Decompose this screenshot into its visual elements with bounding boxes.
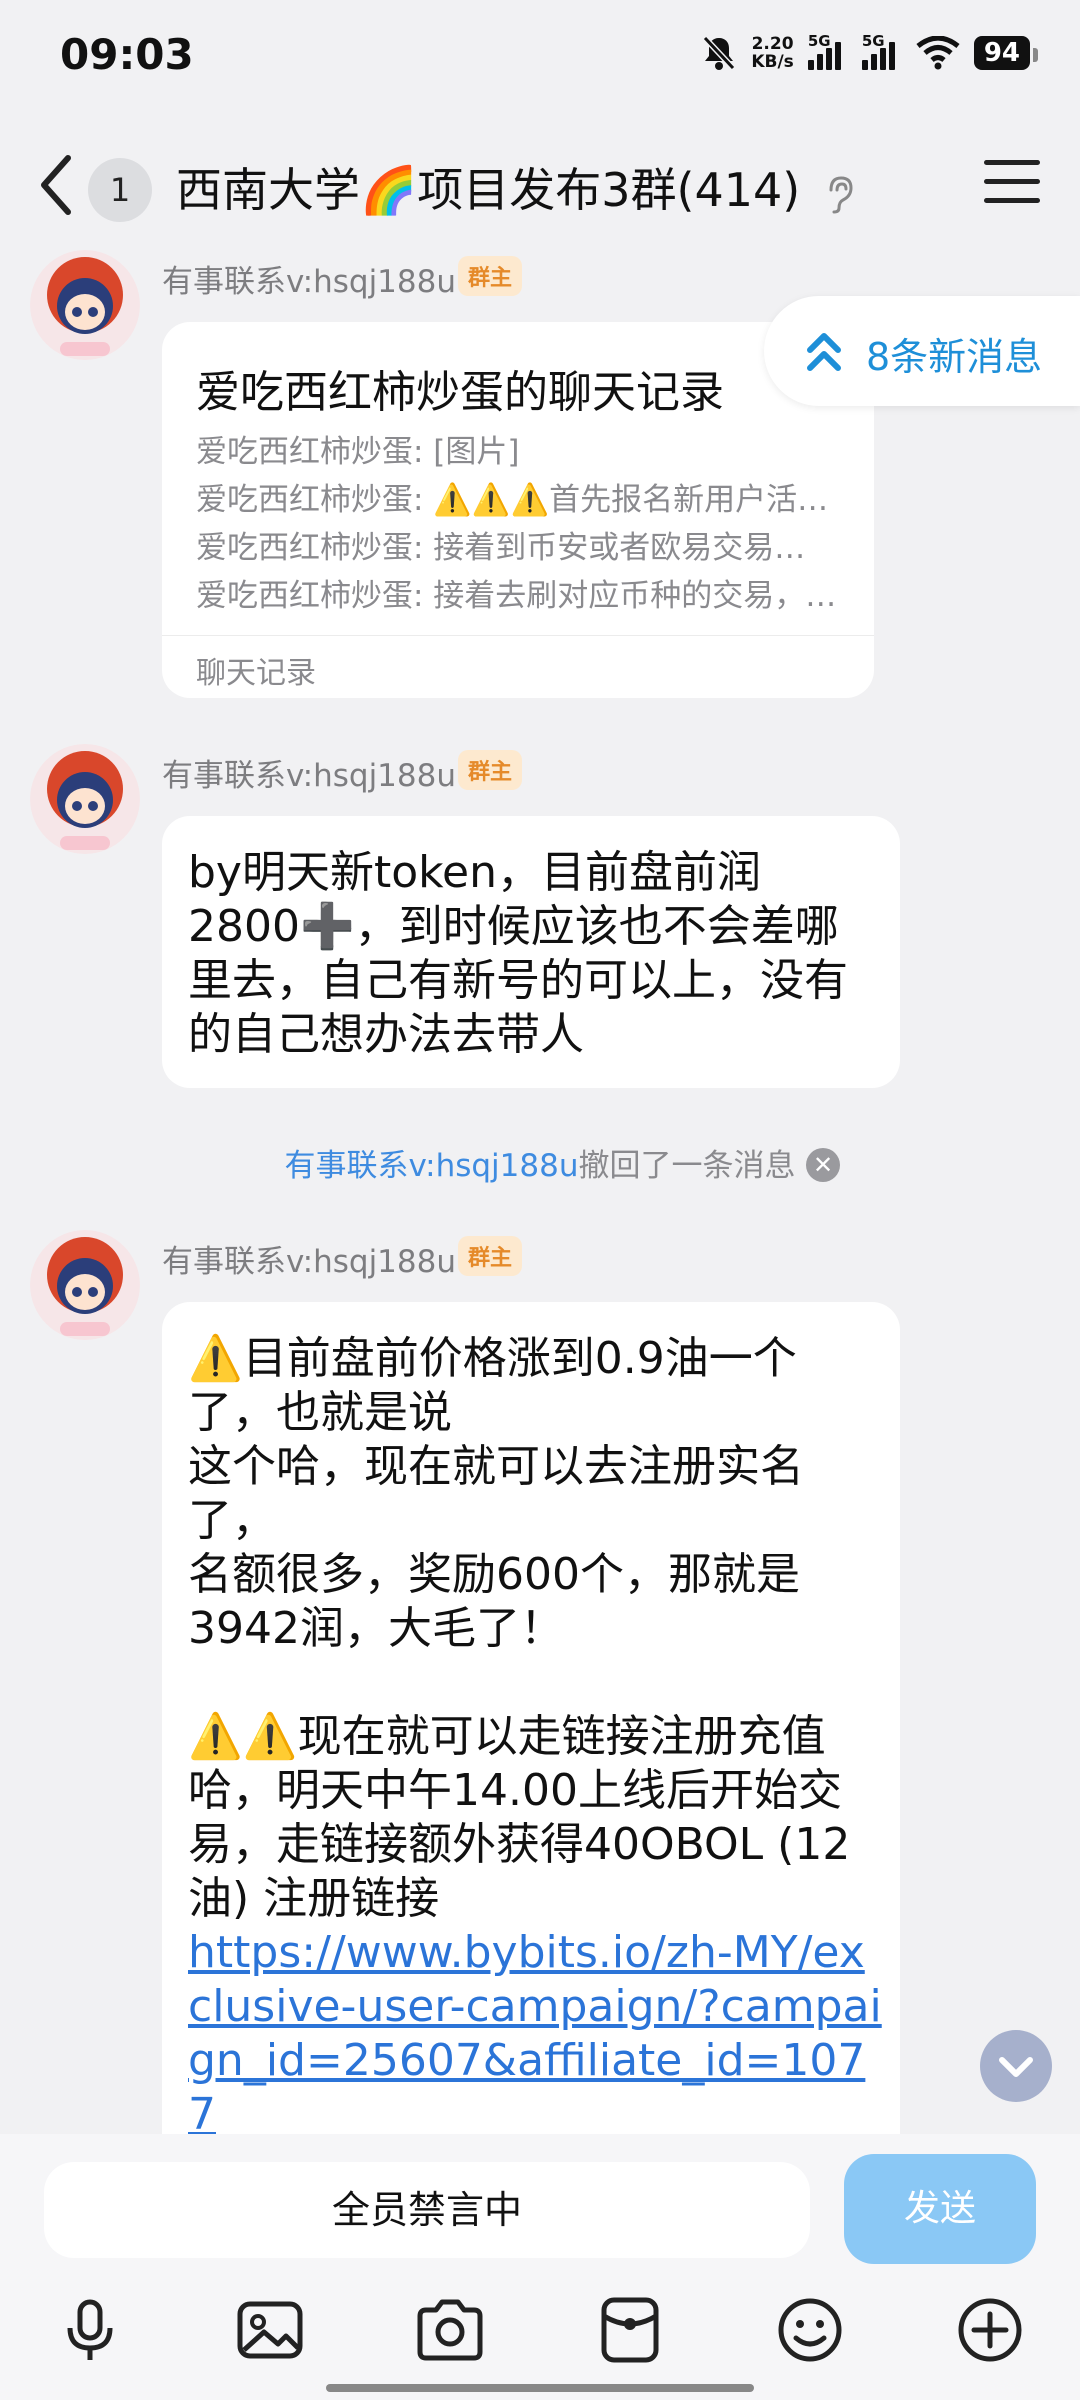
plus-icon[interactable] — [954, 2294, 1026, 2366]
record-title: 爱吃西红柿炒蛋的聊天记录 — [196, 367, 724, 418]
record-line: 爱吃西红柿炒蛋: [图片] — [196, 434, 520, 470]
message-bubble[interactable]: ⚠️目前盘前价格涨到0.9油一个 了，也就是说 这个哈，现在就可以去注册实名了，… — [162, 1302, 900, 2194]
home-indicator[interactable] — [326, 2384, 754, 2392]
status-time: 09:03 — [60, 30, 194, 79]
recall-user-link[interactable]: 有事联系v:hsqj188u — [284, 1148, 578, 1184]
owner-badge: 群主 — [458, 750, 523, 790]
double-chevron-up-icon — [807, 333, 841, 371]
close-icon[interactable]: ✕ — [806, 1148, 840, 1182]
record-line: 爱吃西红柿炒蛋: 接着去刷对应币种的交易，… — [196, 578, 836, 614]
camera-icon[interactable] — [414, 2294, 486, 2366]
avatar[interactable] — [30, 1230, 140, 1340]
chevron-down-icon — [999, 2057, 1033, 2077]
owner-badge: 群主 — [458, 256, 523, 296]
record-line: 爱吃西红柿炒蛋: ⚠️⚠️⚠️首先报名新用户活… — [196, 482, 829, 518]
microphone-icon[interactable] — [54, 2294, 126, 2366]
chat-title[interactable]: 西南大学🌈项目发布3群(414) — [176, 154, 857, 220]
wifi-icon — [916, 36, 960, 70]
emoji-icon[interactable] — [774, 2294, 846, 2366]
message-text: by明天新token，目前盘前润 2800➕，到时候应该也不会差哪 里去，自己有… — [188, 847, 848, 1060]
back-arrow-icon[interactable] — [32, 150, 82, 220]
sender-name[interactable]: 有事联系v:hsqj188u — [162, 750, 456, 795]
record-footer: 聊天记录 — [162, 635, 874, 698]
chat-record-card[interactable]: 爱吃西红柿炒蛋的聊天记录 爱吃西红柿炒蛋: [图片] 爱吃西红柿炒蛋: ⚠️⚠️… — [162, 322, 874, 698]
battery-indicator: 94 — [973, 36, 1039, 70]
status-icons: 2.20 KB/s 5G 5G 94 — [701, 32, 1039, 72]
chat-header: 1 西南大学🌈项目发布3群(414) — [0, 130, 1080, 240]
red-packet-icon[interactable] — [594, 2294, 666, 2366]
owner-badge: 群主 — [458, 1236, 523, 1276]
signal-sim1-icon: 5G — [807, 32, 848, 70]
input-toolbar — [0, 2294, 1080, 2374]
unread-count-badge[interactable]: 1 — [88, 158, 152, 222]
avatar[interactable] — [30, 250, 140, 360]
muted-input-field: 全员禁言中 — [44, 2162, 810, 2258]
network-speed: 2.20 KB/s — [751, 34, 794, 72]
record-line: 爱吃西红柿炒蛋: 接着到币安或者欧易交易… — [196, 530, 806, 566]
new-messages-button[interactable]: 8条新消息 — [764, 296, 1080, 406]
signal-sim2-icon: 5G — [861, 32, 902, 70]
scroll-to-bottom-button[interactable] — [980, 2030, 1052, 2102]
ear-icon — [829, 175, 853, 213]
sender-name[interactable]: 有事联系v:hsqj188u — [162, 256, 456, 301]
message-text: ⚠️目前盘前价格涨到0.9油一个 了，也就是说 这个哈，现在就可以去注册实名了，… — [188, 1333, 851, 1924]
menu-icon[interactable] — [984, 160, 1040, 210]
status-bar: 09:03 2.20 KB/s 5G 5G 94 — [0, 0, 1080, 120]
send-button[interactable]: 发送 — [844, 2154, 1036, 2264]
sender-name[interactable]: 有事联系v:hsqj188u — [162, 1236, 456, 1281]
mute-bell-icon — [703, 35, 736, 71]
input-area: 全员禁言中 发送 — [0, 2134, 1080, 2400]
avatar[interactable] — [30, 744, 140, 854]
message-bubble[interactable]: by明天新token，目前盘前润 2800➕，到时候应该也不会差哪 里去，自己有… — [162, 816, 900, 1088]
recall-notice: 有事联系v:hsqj188u撤回了一条消息 — [284, 1148, 796, 1184]
image-icon[interactable] — [234, 2294, 306, 2366]
